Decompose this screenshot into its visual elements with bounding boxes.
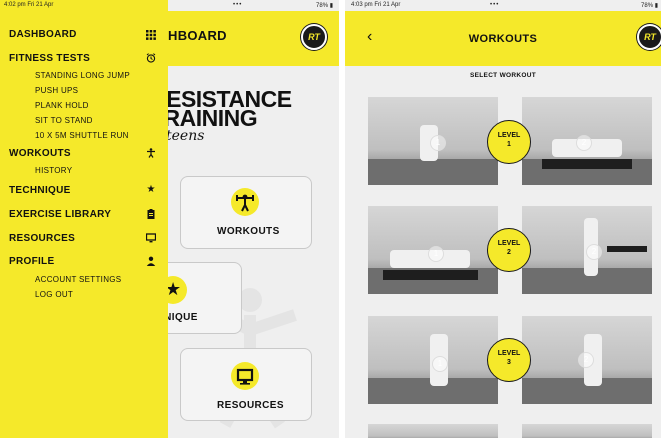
level-4-photo-1[interactable] xyxy=(368,424,498,438)
clipboard-icon xyxy=(146,209,156,219)
page-title: WORKOUTS xyxy=(468,33,538,45)
photo-number: 1 xyxy=(432,356,448,372)
level-4-photo-2[interactable] xyxy=(522,424,652,438)
nav-drawer: 4:02 pm Fri 21 Apr DASHBOARD FITNESS TES… xyxy=(0,0,168,438)
resources-tile-icon-bg xyxy=(231,362,259,390)
rt-logo[interactable]: RT xyxy=(301,24,327,50)
photo-number: 2 xyxy=(586,244,602,260)
drawer-resources[interactable]: RESOURCES xyxy=(9,233,75,244)
photo-number: 2 xyxy=(576,135,592,151)
person-exercise-icon xyxy=(146,148,156,158)
person-icon xyxy=(146,256,156,266)
level-2-badge[interactable]: LEVEL 2 xyxy=(487,228,531,272)
workouts-header: ‹ WORKOUTS RT xyxy=(345,11,661,66)
alarm-clock-icon xyxy=(146,53,156,63)
status-time: 4:03 pm Fri 21 Apr xyxy=(351,2,401,8)
drawer-log-out[interactable]: LOG OUT xyxy=(35,290,73,299)
resources-tile-label: RESOURCES xyxy=(217,400,284,411)
status-dots: ••• xyxy=(490,2,500,8)
workouts-tile-icon-bg xyxy=(231,188,259,216)
right-screen: 4:03 pm Fri 21 Apr ••• 78% ▮ ‹ WORKOUTS … xyxy=(345,0,661,438)
drawer-standing-long-jump[interactable]: STANDING LONG JUMP xyxy=(35,71,130,80)
battery-indicator: 78% ▮ xyxy=(641,3,658,9)
rt-logo[interactable]: RT xyxy=(637,24,661,50)
star-icon: ★ xyxy=(146,184,156,195)
monitor-icon xyxy=(145,233,157,243)
drawer-sit-to-stand[interactable]: SIT TO STAND xyxy=(35,116,93,125)
brand-logo: RESISTANCE TRAINING teens xyxy=(150,88,339,148)
level-2-photo-2[interactable]: 2 xyxy=(522,206,652,294)
drawer-history[interactable]: HISTORY xyxy=(35,166,72,175)
workouts-tile[interactable]: WORKOUTS xyxy=(180,176,312,249)
page-title: HBOARD xyxy=(168,28,227,43)
level-3-photo-2[interactable]: 2 xyxy=(522,316,652,404)
drawer-workouts[interactable]: WORKOUTS xyxy=(9,148,71,159)
drawer-fitness-tests[interactable]: FITNESS TESTS xyxy=(9,53,90,64)
level-1-photo-1[interactable]: 1 xyxy=(368,97,498,185)
workouts-tile-label: WORKOUTS xyxy=(217,226,280,237)
level-3-photo-1[interactable]: 1 xyxy=(368,316,498,404)
drawer-push-ups[interactable]: PUSH UPS xyxy=(35,86,78,95)
select-workout-label: SELECT WORKOUT xyxy=(470,72,536,79)
status-bar: 4:03 pm Fri 21 Apr ••• 78% ▮ xyxy=(345,0,661,11)
status-dots: ••• xyxy=(233,2,243,8)
level-2-photo-1[interactable]: 1 xyxy=(368,206,498,294)
drawer-exercise-library[interactable]: EXERCISE LIBRARY xyxy=(9,209,111,220)
weightlifter-icon xyxy=(236,194,254,212)
photo-number: 1 xyxy=(428,246,444,262)
left-screen: 4:02 pm Fri 21 Apr ••• 78% ▮ HBOARD RT R… xyxy=(0,0,339,438)
grid-icon xyxy=(146,30,156,40)
drawer-account-settings[interactable]: ACCOUNT SETTINGS xyxy=(35,275,121,284)
drawer-technique[interactable]: TECHNIQUE xyxy=(9,185,71,196)
monitor-icon xyxy=(236,368,254,385)
drawer-status-time: 4:02 pm Fri 21 Apr xyxy=(4,2,54,8)
resources-tile[interactable]: RESOURCES xyxy=(180,348,312,421)
drawer-shuttle-run[interactable]: 10 X 5M SHUTTLE RUN xyxy=(35,131,129,140)
drawer-plank-hold[interactable]: PLANK HOLD xyxy=(35,101,89,110)
level-1-photo-2[interactable]: 2 xyxy=(522,97,652,185)
level-3-badge[interactable]: LEVEL 3 xyxy=(487,338,531,382)
battery-indicator: 78% ▮ xyxy=(316,3,333,9)
photo-number: 1 xyxy=(430,135,446,151)
level-1-badge[interactable]: LEVEL 1 xyxy=(487,120,531,164)
drawer-dashboard[interactable]: DASHBOARD xyxy=(9,29,77,40)
photo-number: 2 xyxy=(578,352,594,368)
brand-line3: teens xyxy=(166,128,205,144)
drawer-profile[interactable]: PROFILE xyxy=(9,256,54,267)
